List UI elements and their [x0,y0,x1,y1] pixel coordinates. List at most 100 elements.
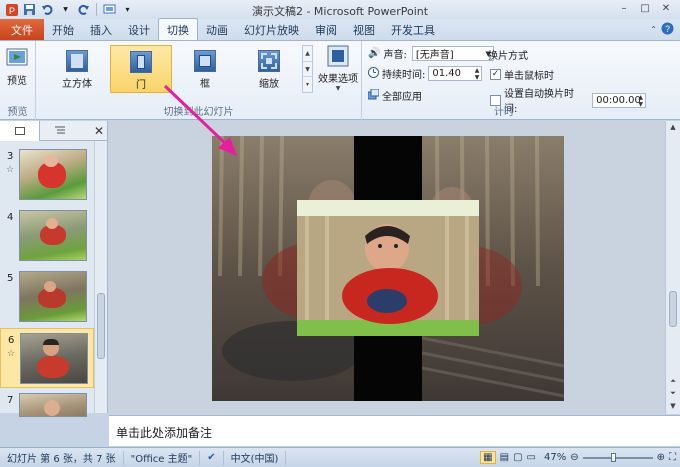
ribbon-tabs: 文件 开始 插入 设计 切换 动画 幻灯片放映 审阅 视图 开发工具 ⌃ ? [0,18,680,40]
zoom-level[interactable]: 47% [544,452,566,463]
timing-group: 🔊 声音: [无声音] ▼ 持续时间: 01.40 ▲▼ 全部应用 换片方式 [362,41,646,120]
customize-qat-icon[interactable]: ▾ [120,2,135,17]
on-click-checkbox[interactable]: ✓ [490,69,501,80]
tab-slides[interactable] [0,120,40,141]
slide-thumbnail-4[interactable]: 4 [0,206,94,266]
chevron-down-icon: ▼ [335,85,341,92]
apply-all-button[interactable]: 全部应用 [367,88,422,103]
transition-doors[interactable]: 门 [110,45,172,93]
slide-thumbnail-3[interactable]: 3 ☆ [0,145,94,205]
gallery-down-icon[interactable]: ▼ [303,62,312,78]
status-bar: 幻灯片 第 6 张，共 7 张 "Office 主题" ✔ 中文(中国) ▦ ▤… [0,447,680,467]
tab-file[interactable]: 文件 [0,19,44,40]
slide-image [19,149,87,200]
clock-icon [368,66,379,81]
notes-placeholder: 单击此处添加备注 [116,426,213,440]
transition-label: 框 [200,79,210,90]
tab-design[interactable]: 设计 [120,19,158,40]
save-icon[interactable] [22,2,37,17]
transition-zoom[interactable]: 缩放 [238,45,300,93]
next-slide-icon[interactable]: ⏷ [666,389,680,398]
language-indicator[interactable]: 中文(中国) [224,450,287,465]
slide-thumbnail-7[interactable]: 7 [0,389,94,449]
tab-insert[interactable]: 插入 [82,19,120,40]
scroll-thumb[interactable] [97,293,105,359]
close-button[interactable]: ✕ [656,1,676,16]
theme-name[interactable]: "Office 主题" [124,450,201,465]
cube-icon [66,50,88,72]
slide-number: 6 [8,335,15,346]
scroll-thumb[interactable] [669,291,677,327]
effect-options-button[interactable]: 效果选项 ▼ [316,45,360,92]
slide-canvas[interactable] [212,136,564,401]
quick-access-toolbar: P ▼ ▾ [0,0,135,19]
slides-scrollbar[interactable] [94,141,107,413]
help-icon[interactable]: ? [661,22,674,38]
gallery-scroll: ▲ ▼ ▾ [302,45,313,93]
separator [96,3,97,16]
redo-icon[interactable] [76,2,91,17]
slide-number: 7 [7,395,14,406]
scroll-up-icon[interactable]: ▲ [666,123,680,131]
tab-developer[interactable]: 开发工具 [383,19,443,40]
tab-review[interactable]: 审阅 [307,19,345,40]
apply-all-icon [367,88,380,103]
slide-image [19,393,87,417]
slideshow-view-icon[interactable]: ▭ [527,452,536,463]
minimize-button[interactable]: – [614,1,634,16]
preview-button[interactable]: 预览 [6,47,28,87]
fit-to-window-icon[interactable]: ⛶ [669,452,676,463]
zoom-icon [258,50,280,72]
slides-panel: ✕ 3 ☆ 4 5 6 ☆ 7 [0,120,108,417]
slide-sorter-icon[interactable]: ▤ [500,452,509,463]
effect-options-label: 效果选项 [318,74,358,85]
prev-slide-icon[interactable]: ⏶ [666,377,680,386]
tab-view[interactable]: 视图 [345,19,383,40]
slide-number: 5 [7,273,14,284]
normal-view-icon[interactable]: ▦ [480,451,496,464]
close-icon[interactable]: ✕ [91,123,107,139]
transition-cube[interactable]: 立方体 [46,45,108,93]
transition-box[interactable]: 框 [174,45,236,93]
chevron-down-icon[interactable]: ▼ [58,2,73,17]
maximize-button[interactable]: □ [635,1,655,16]
on-click-row[interactable]: ✓ 单击鼠标时 [490,67,554,82]
gallery-up-icon[interactable]: ▲ [303,46,312,62]
transition-label: 立方体 [62,79,92,90]
slide-image [20,333,88,384]
scroll-down-icon[interactable]: ▼ [666,402,680,410]
undo-icon[interactable] [40,2,55,17]
collapse-ribbon-icon[interactable]: ⌃ [650,25,657,34]
svg-text:P: P [9,6,15,16]
tab-outline[interactable] [40,121,80,141]
advance-title: 换片方式 [488,47,528,62]
duration-spinner[interactable]: 01.40 ▲ ▼ [428,66,483,81]
sound-dropdown[interactable]: [无声音] ▼ [411,46,494,61]
view-zoom-controls: ▦ ▤ ▢ ▭ 47% ⊖ ⊕ ⛶ [480,451,680,464]
transition-label: 门 [136,80,146,91]
advance-title-label: 换片方式 [488,51,528,62]
gallery-more-icon[interactable]: ▾ [303,77,312,92]
effect-options-icon [327,45,349,67]
slide-thumbnail-6[interactable]: 6 ☆ [0,328,94,388]
panel-tabs: ✕ [0,120,107,141]
sound-label: 声音: [383,50,407,61]
tab-slideshow[interactable]: 幻灯片放映 [236,19,307,40]
notes-pane[interactable]: 单击此处添加备注 [109,415,680,446]
spinner-icon[interactable]: ▲ ▼ [475,67,480,81]
app-icon[interactable]: P [4,2,19,17]
zoom-slider[interactable] [582,452,653,462]
slide-thumbnail-5[interactable]: 5 [0,267,94,327]
zoom-out-icon[interactable]: ⊖ [570,452,578,463]
tab-home[interactable]: 开始 [44,19,82,40]
tab-animations[interactable]: 动画 [198,19,236,40]
zoom-in-icon[interactable]: ⊕ [657,452,665,463]
slide-photo [212,136,564,401]
editor-scrollbar[interactable]: ▲ ⏶ ⏷ ▼ [665,121,680,414]
zoom-knob[interactable] [610,452,616,462]
tab-transitions[interactable]: 切换 [158,18,198,40]
spellcheck-icon[interactable]: ✔ [200,450,224,465]
transitions-group: 立方体 门 框 缩放 ▲ ▼ ▾ 效果选项 ▼ 切换到此幻灯片 [36,41,362,120]
reading-view-icon[interactable]: ▢ [513,452,522,463]
slideshow-icon[interactable] [102,2,117,17]
